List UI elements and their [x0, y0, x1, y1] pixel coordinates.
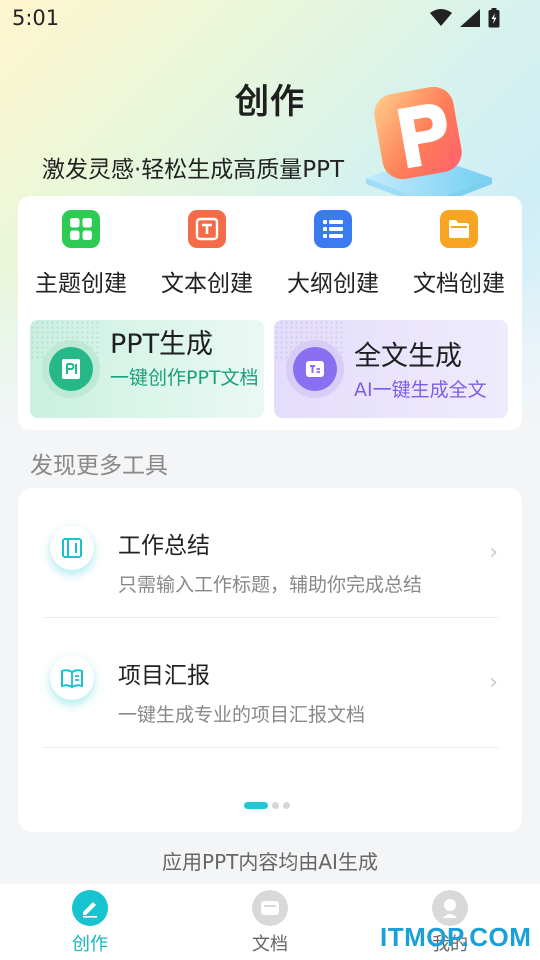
nav-label: 文档	[252, 934, 288, 955]
document-icon	[252, 890, 288, 926]
tool-title: 项目汇报	[118, 663, 210, 689]
open-book-icon	[50, 656, 94, 700]
carousel-pager	[244, 802, 290, 809]
hero-p-logo-illustration	[366, 86, 492, 208]
full-text-generate-subtitle: AI一键生成全文	[354, 379, 487, 401]
quick-action-text[interactable]: 文本创建	[144, 208, 270, 298]
pager-dot[interactable]	[272, 802, 279, 809]
nav-tab-create[interactable]: 创作	[40, 890, 140, 956]
folder-icon	[440, 210, 478, 248]
status-icons	[430, 8, 500, 28]
user-icon	[432, 890, 468, 926]
pager-dot-active[interactable]	[244, 802, 268, 809]
ppt-generate-icon	[42, 340, 100, 398]
chevron-right-icon: ›	[489, 670, 498, 695]
site-watermark: ITMOP.COM	[380, 922, 532, 952]
ppt-generate-title: PPT生成	[110, 329, 214, 360]
full-text-generate-card[interactable]: 全文生成 AI一键生成全文	[274, 320, 508, 418]
grid-icon	[62, 210, 100, 248]
quick-action-document[interactable]: 文档创建	[396, 208, 522, 298]
text-frame-icon	[188, 210, 226, 248]
section-title: 发现更多工具	[30, 453, 168, 479]
nav-tab-documents[interactable]: 文档	[220, 890, 320, 956]
quick-action-label: 文本创建	[161, 271, 253, 297]
signal-icon	[460, 9, 480, 27]
quick-action-theme[interactable]: 主题创建	[18, 208, 144, 298]
full-text-generate-title: 全文生成	[354, 341, 462, 372]
tool-description: 一键生成专业的项目汇报文档	[118, 704, 366, 726]
wifi-icon	[430, 9, 452, 26]
status-time: 5:01	[12, 6, 60, 30]
ppt-generate-subtitle: 一键创作PPT文档	[110, 367, 259, 389]
tool-item-project-report[interactable]: 项目汇报 一键生成专业的项目汇报文档 ›	[44, 618, 498, 748]
quick-action-label: 主题创建	[35, 271, 127, 297]
ppt-generate-card[interactable]: PPT生成 一键创作PPT文档	[30, 320, 264, 418]
tool-item-work-summary[interactable]: 工作总结 只需输入工作标题，辅助你完成总结 ›	[44, 488, 498, 618]
chevron-right-icon: ›	[489, 540, 498, 565]
tools-card: 工作总结 只需输入工作标题，辅助你完成总结 › 项目汇报 一键生成专业的项目汇报…	[18, 488, 522, 832]
status-bar: 5:01	[0, 0, 540, 40]
ai-disclaimer: 应用PPT内容均由AI生成	[162, 850, 378, 874]
create-card: 主题创建 文本创建 大纲创建 文档创建 PPT生成 一键创作PPT文档 全文生成…	[18, 196, 522, 430]
battery-icon	[488, 8, 500, 28]
book-icon	[50, 526, 94, 570]
tool-description: 只需输入工作标题，辅助你完成总结	[118, 574, 423, 596]
tool-title: 工作总结	[118, 533, 210, 559]
quick-action-label: 大纲创建	[287, 271, 379, 297]
nav-label: 创作	[72, 934, 108, 955]
full-text-generate-icon	[286, 340, 344, 398]
quick-action-outline[interactable]: 大纲创建	[270, 208, 396, 298]
quick-action-label: 文档创建	[413, 271, 505, 297]
pager-dot[interactable]	[283, 802, 290, 809]
pencil-icon	[72, 890, 108, 926]
tagline: 激发灵感·轻松生成高质量PPT	[42, 157, 345, 183]
list-icon	[314, 210, 352, 248]
